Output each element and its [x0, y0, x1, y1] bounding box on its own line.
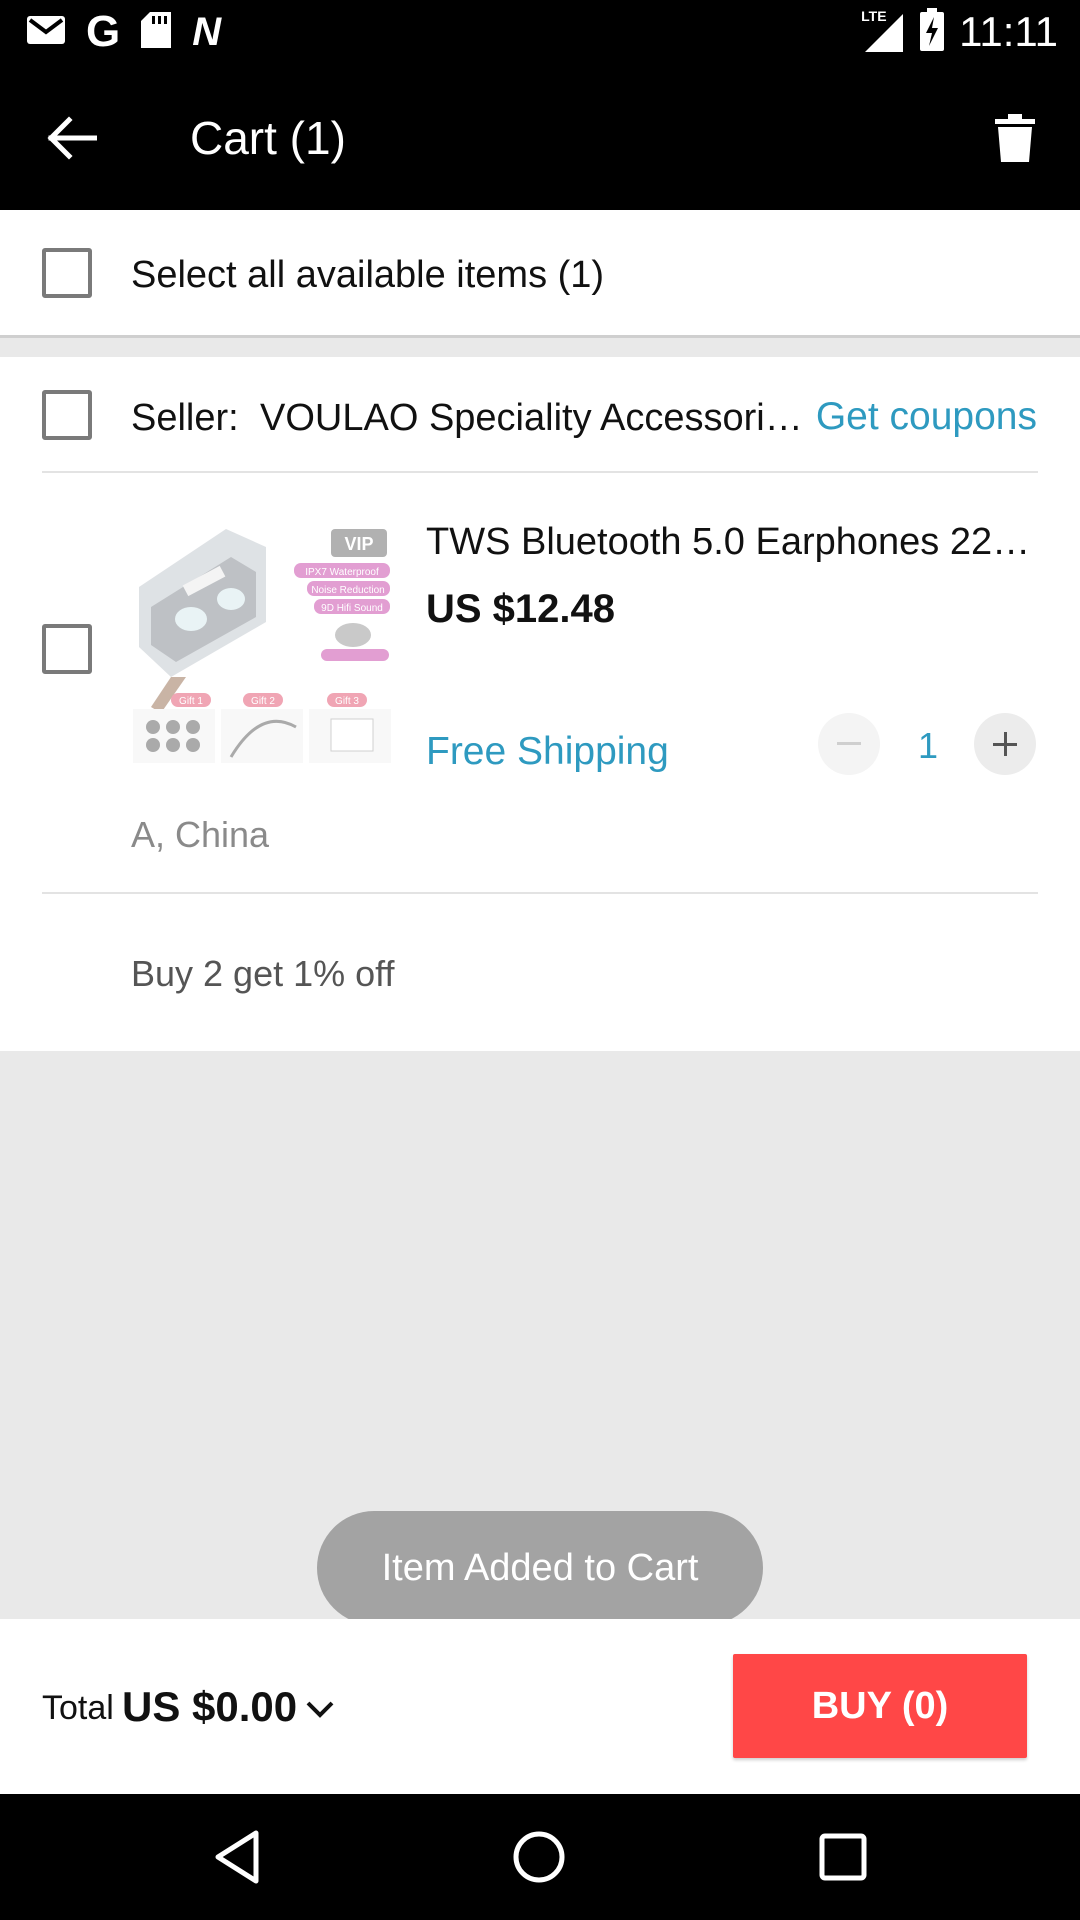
- seller-checkbox[interactable]: [42, 390, 92, 440]
- status-right-icons: LTE 11:11: [861, 7, 1058, 57]
- product-title-link[interactable]: TWS Bluetooth 5.0 Earphones 2200mAh Char…: [426, 521, 1036, 564]
- cart-store-card: Seller: VOULAO Speciality Accessories St…: [0, 357, 1080, 1051]
- svg-text:IPX7 Waterproof: IPX7 Waterproof: [305, 567, 379, 578]
- buy-button[interactable]: BUY (0): [733, 1654, 1027, 1758]
- promo-text: Buy 2 get 1% off: [131, 953, 395, 994]
- nav-recents-button[interactable]: [810, 1824, 876, 1890]
- sd-card-icon: [140, 11, 172, 54]
- checkout-bar: Total US $0.00 BUY (0): [0, 1619, 1080, 1794]
- select-all-label[interactable]: Select all available items (1): [131, 254, 604, 297]
- nav-home-button[interactable]: [506, 1824, 572, 1890]
- chevron-down-icon[interactable]: [302, 1691, 338, 1727]
- svg-text:Gift 2: Gift 2: [251, 696, 275, 707]
- battery-charging-icon: [919, 7, 945, 57]
- system-nav-bar: [0, 1794, 1080, 1920]
- ship-from-text: A, China: [131, 814, 270, 855]
- total-label: Total: [42, 1689, 114, 1727]
- status-left-icons: G N: [26, 10, 221, 54]
- seller-label: Seller:: [131, 397, 239, 439]
- status-time: 11:11: [959, 8, 1058, 55]
- nav-back-button[interactable]: [204, 1824, 270, 1890]
- divider: [42, 471, 1038, 473]
- back-triangle-icon: [215, 1830, 259, 1884]
- product-checkbox[interactable]: [42, 624, 92, 674]
- quantity-increase-button[interactable]: [974, 713, 1036, 775]
- minus-icon: [837, 742, 861, 745]
- app-bar: Cart (1): [0, 63, 1080, 210]
- svg-text:Gift 1: Gift 1: [179, 696, 203, 707]
- get-coupons-link[interactable]: Get coupons: [816, 395, 1037, 439]
- arrow-left-icon: [47, 116, 97, 160]
- plus-icon: [993, 732, 1017, 756]
- toast-message: Item Added to Cart: [317, 1511, 763, 1625]
- page-title: Cart (1): [190, 112, 346, 164]
- product-price: US $12.48: [426, 587, 616, 631]
- google-icon: G: [86, 7, 121, 56]
- svg-text:Gift 3: Gift 3: [335, 696, 359, 707]
- divider: [42, 892, 1038, 894]
- product-image[interactable]: VIP IPX7 Waterproof Noise Reduction 9D H…: [131, 527, 393, 767]
- svg-text:Noise Reduction: Noise Reduction: [311, 585, 384, 596]
- delete-button[interactable]: [980, 103, 1050, 173]
- svg-text:VIP: VIP: [344, 534, 373, 554]
- shipping-label: Free Shipping: [426, 730, 669, 773]
- back-button[interactable]: [36, 103, 106, 173]
- status-bar: G N LTE 11:11: [0, 0, 1080, 63]
- trash-icon: [995, 114, 1035, 162]
- total-value[interactable]: US $0.00: [122, 1683, 297, 1731]
- quantity-value: 1: [917, 725, 939, 766]
- home-circle-icon: [513, 1831, 565, 1883]
- n-icon: N: [192, 10, 222, 54]
- quantity-decrease-button[interactable]: [818, 713, 880, 775]
- svg-text:9D Hifi Sound: 9D Hifi Sound: [321, 603, 383, 614]
- gmail-icon: [26, 15, 66, 50]
- select-all-checkbox[interactable]: [42, 248, 92, 298]
- seller-name-link[interactable]: VOULAO Speciality Accessories Store: [260, 397, 808, 440]
- recents-square-icon: [819, 1833, 867, 1881]
- select-all-row: Select all available items (1): [0, 210, 1080, 338]
- lte-signal-icon: LTE: [861, 8, 905, 54]
